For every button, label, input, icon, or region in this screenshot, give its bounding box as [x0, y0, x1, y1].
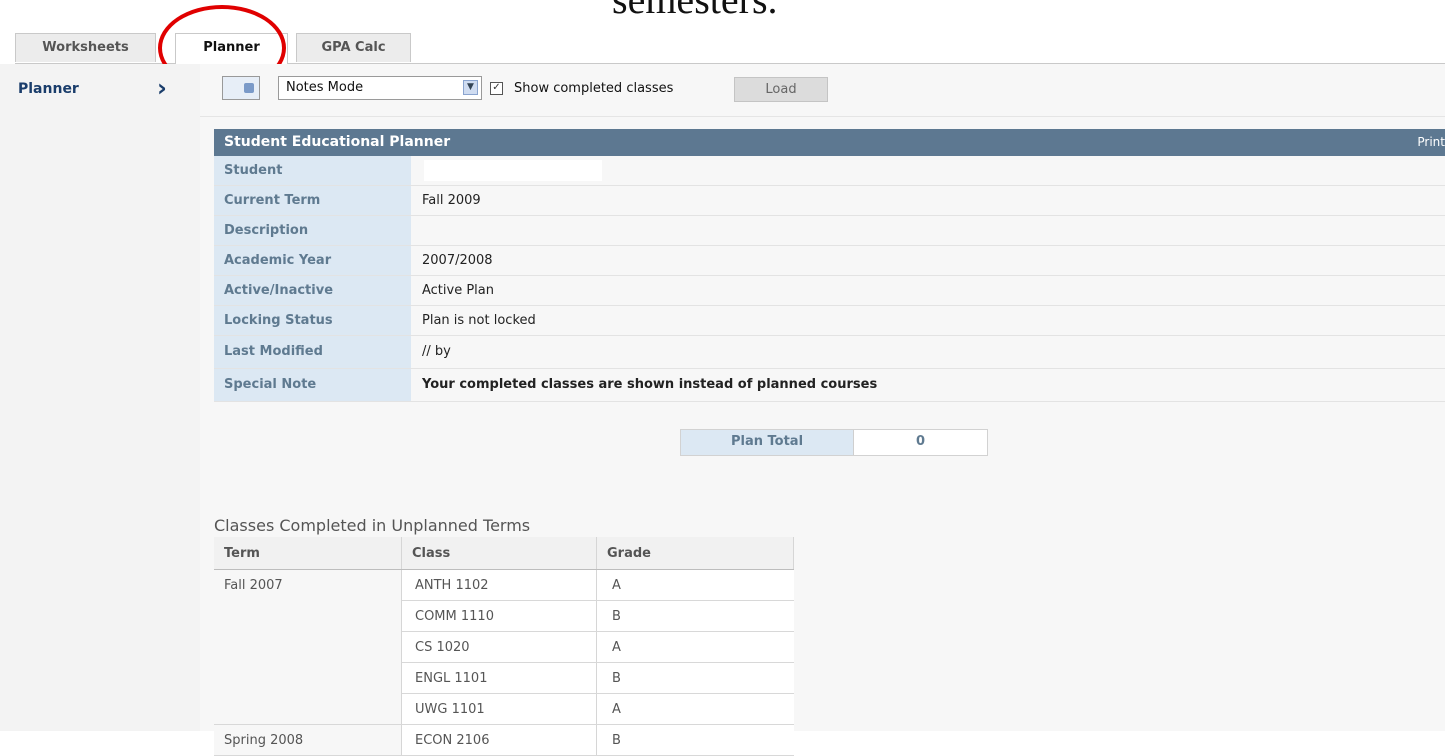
tab-planner[interactable]: Planner: [175, 33, 288, 64]
load-button[interactable]: Load: [734, 77, 828, 102]
toolbar: Notes Mode ▼ ✓ Show completed classes Lo…: [200, 64, 1445, 117]
grade-cell: A: [596, 693, 794, 725]
plan-header-title: Student Educational Planner: [224, 134, 451, 150]
class-cell: ECON 2106: [401, 724, 597, 756]
class-cell: UWG 1101: [401, 693, 597, 725]
row-value: 2007/2008: [422, 253, 493, 268]
chevron-down-icon: [244, 83, 254, 93]
term-cell: [214, 631, 402, 663]
slide-caption: semesters.: [612, 0, 778, 20]
row-value: Fall 2009: [422, 193, 481, 208]
grade-cell: B: [596, 662, 794, 694]
plan-total: Plan Total 0: [680, 429, 988, 456]
row-value: Your completed classes are shown instead…: [422, 377, 878, 392]
tab-bar: Worksheets Planner GPA Calc: [15, 33, 1445, 64]
col-header-term: Term: [214, 537, 402, 570]
row-label: Current Term: [214, 186, 411, 215]
class-cell: ENGL 1101: [401, 662, 597, 694]
row-label: Locking Status: [214, 306, 411, 335]
class-cell: ANTH 1102: [401, 569, 597, 601]
plan-header: Student Educational Planner Print: [214, 129, 1445, 156]
plan-row-current-term: Current Term Fall 2009: [214, 186, 1445, 216]
classes-completed-title: Classes Completed in Unplanned Terms: [214, 516, 531, 535]
table-row: UWG 1101 A: [214, 693, 794, 725]
row-value: Plan is not locked: [422, 313, 536, 328]
left-nav: Planner ›: [0, 64, 200, 731]
plan-total-label: Plan Total: [681, 430, 854, 455]
grade-cell: A: [596, 569, 794, 601]
term-cell: [214, 693, 402, 725]
main-panel: Student Educational Planner Print Studen…: [200, 117, 1445, 756]
row-value: [411, 216, 1445, 245]
print-link[interactable]: Print: [1417, 129, 1445, 156]
classes-completed-table: Term Class Grade Fall 2007 ANTH 1102 A C…: [214, 537, 794, 756]
table-row: Fall 2007 ANTH 1102 A: [214, 569, 794, 601]
student-name-box: [424, 160, 602, 181]
grade-cell: B: [596, 600, 794, 632]
plan-row-locking: Locking Status Plan is not locked: [214, 306, 1445, 336]
tab-worksheets[interactable]: Worksheets: [15, 33, 156, 62]
row-label: Special Note: [214, 369, 411, 401]
term-cell: Spring 2008: [214, 724, 402, 756]
grade-cell: A: [596, 631, 794, 663]
table-row: ENGL 1101 B: [214, 662, 794, 694]
plan-row-student: Student: [214, 156, 1445, 186]
plan-select[interactable]: [222, 76, 260, 100]
row-label: Last Modified: [214, 336, 411, 368]
student-plan-table: Student Educational Planner Print Studen…: [214, 129, 1445, 402]
chevron-right-icon[interactable]: ›: [157, 74, 167, 102]
grade-cell: B: [596, 724, 794, 756]
table-row: Spring 2008 ECON 2106 B: [214, 724, 794, 756]
row-label: Description: [214, 216, 411, 245]
term-cell: [214, 662, 402, 694]
plan-row-last-modified: Last Modified // by: [214, 336, 1445, 369]
row-label: Active/Inactive: [214, 276, 411, 305]
term-cell: [214, 600, 402, 632]
row-label: Student: [214, 156, 411, 185]
plan-row-active: Active/Inactive Active Plan: [214, 276, 1445, 306]
row-value: Active Plan: [422, 283, 495, 298]
plan-row-description: Description: [214, 216, 1445, 246]
table-header-row: Term Class Grade: [214, 537, 794, 570]
col-header-grade: Grade: [596, 537, 794, 570]
show-completed-label: Show completed classes: [514, 81, 674, 96]
mode-select-value: Notes Mode: [286, 80, 364, 95]
chevron-down-icon: ▼: [463, 80, 478, 95]
row-value: [411, 156, 1445, 185]
table-row: CS 1020 A: [214, 631, 794, 663]
class-cell: COMM 1110: [401, 600, 597, 632]
col-header-class: Class: [401, 537, 597, 570]
class-cell: CS 1020: [401, 631, 597, 663]
row-label: Academic Year: [214, 246, 411, 275]
row-value: // by: [422, 344, 451, 359]
plan-row-academic-year: Academic Year 2007/2008: [214, 246, 1445, 276]
plan-total-value: 0: [915, 434, 926, 449]
mode-select[interactable]: Notes Mode ▼: [278, 76, 482, 100]
table-row: COMM 1110 B: [214, 600, 794, 632]
term-cell: Fall 2007: [214, 569, 402, 601]
show-completed-checkbox[interactable]: ✓: [490, 82, 503, 95]
nav-planner-link[interactable]: Planner: [18, 81, 79, 97]
tab-gpa-calc[interactable]: GPA Calc: [296, 33, 411, 62]
plan-row-special-note: Special Note Your completed classes are …: [214, 369, 1445, 402]
